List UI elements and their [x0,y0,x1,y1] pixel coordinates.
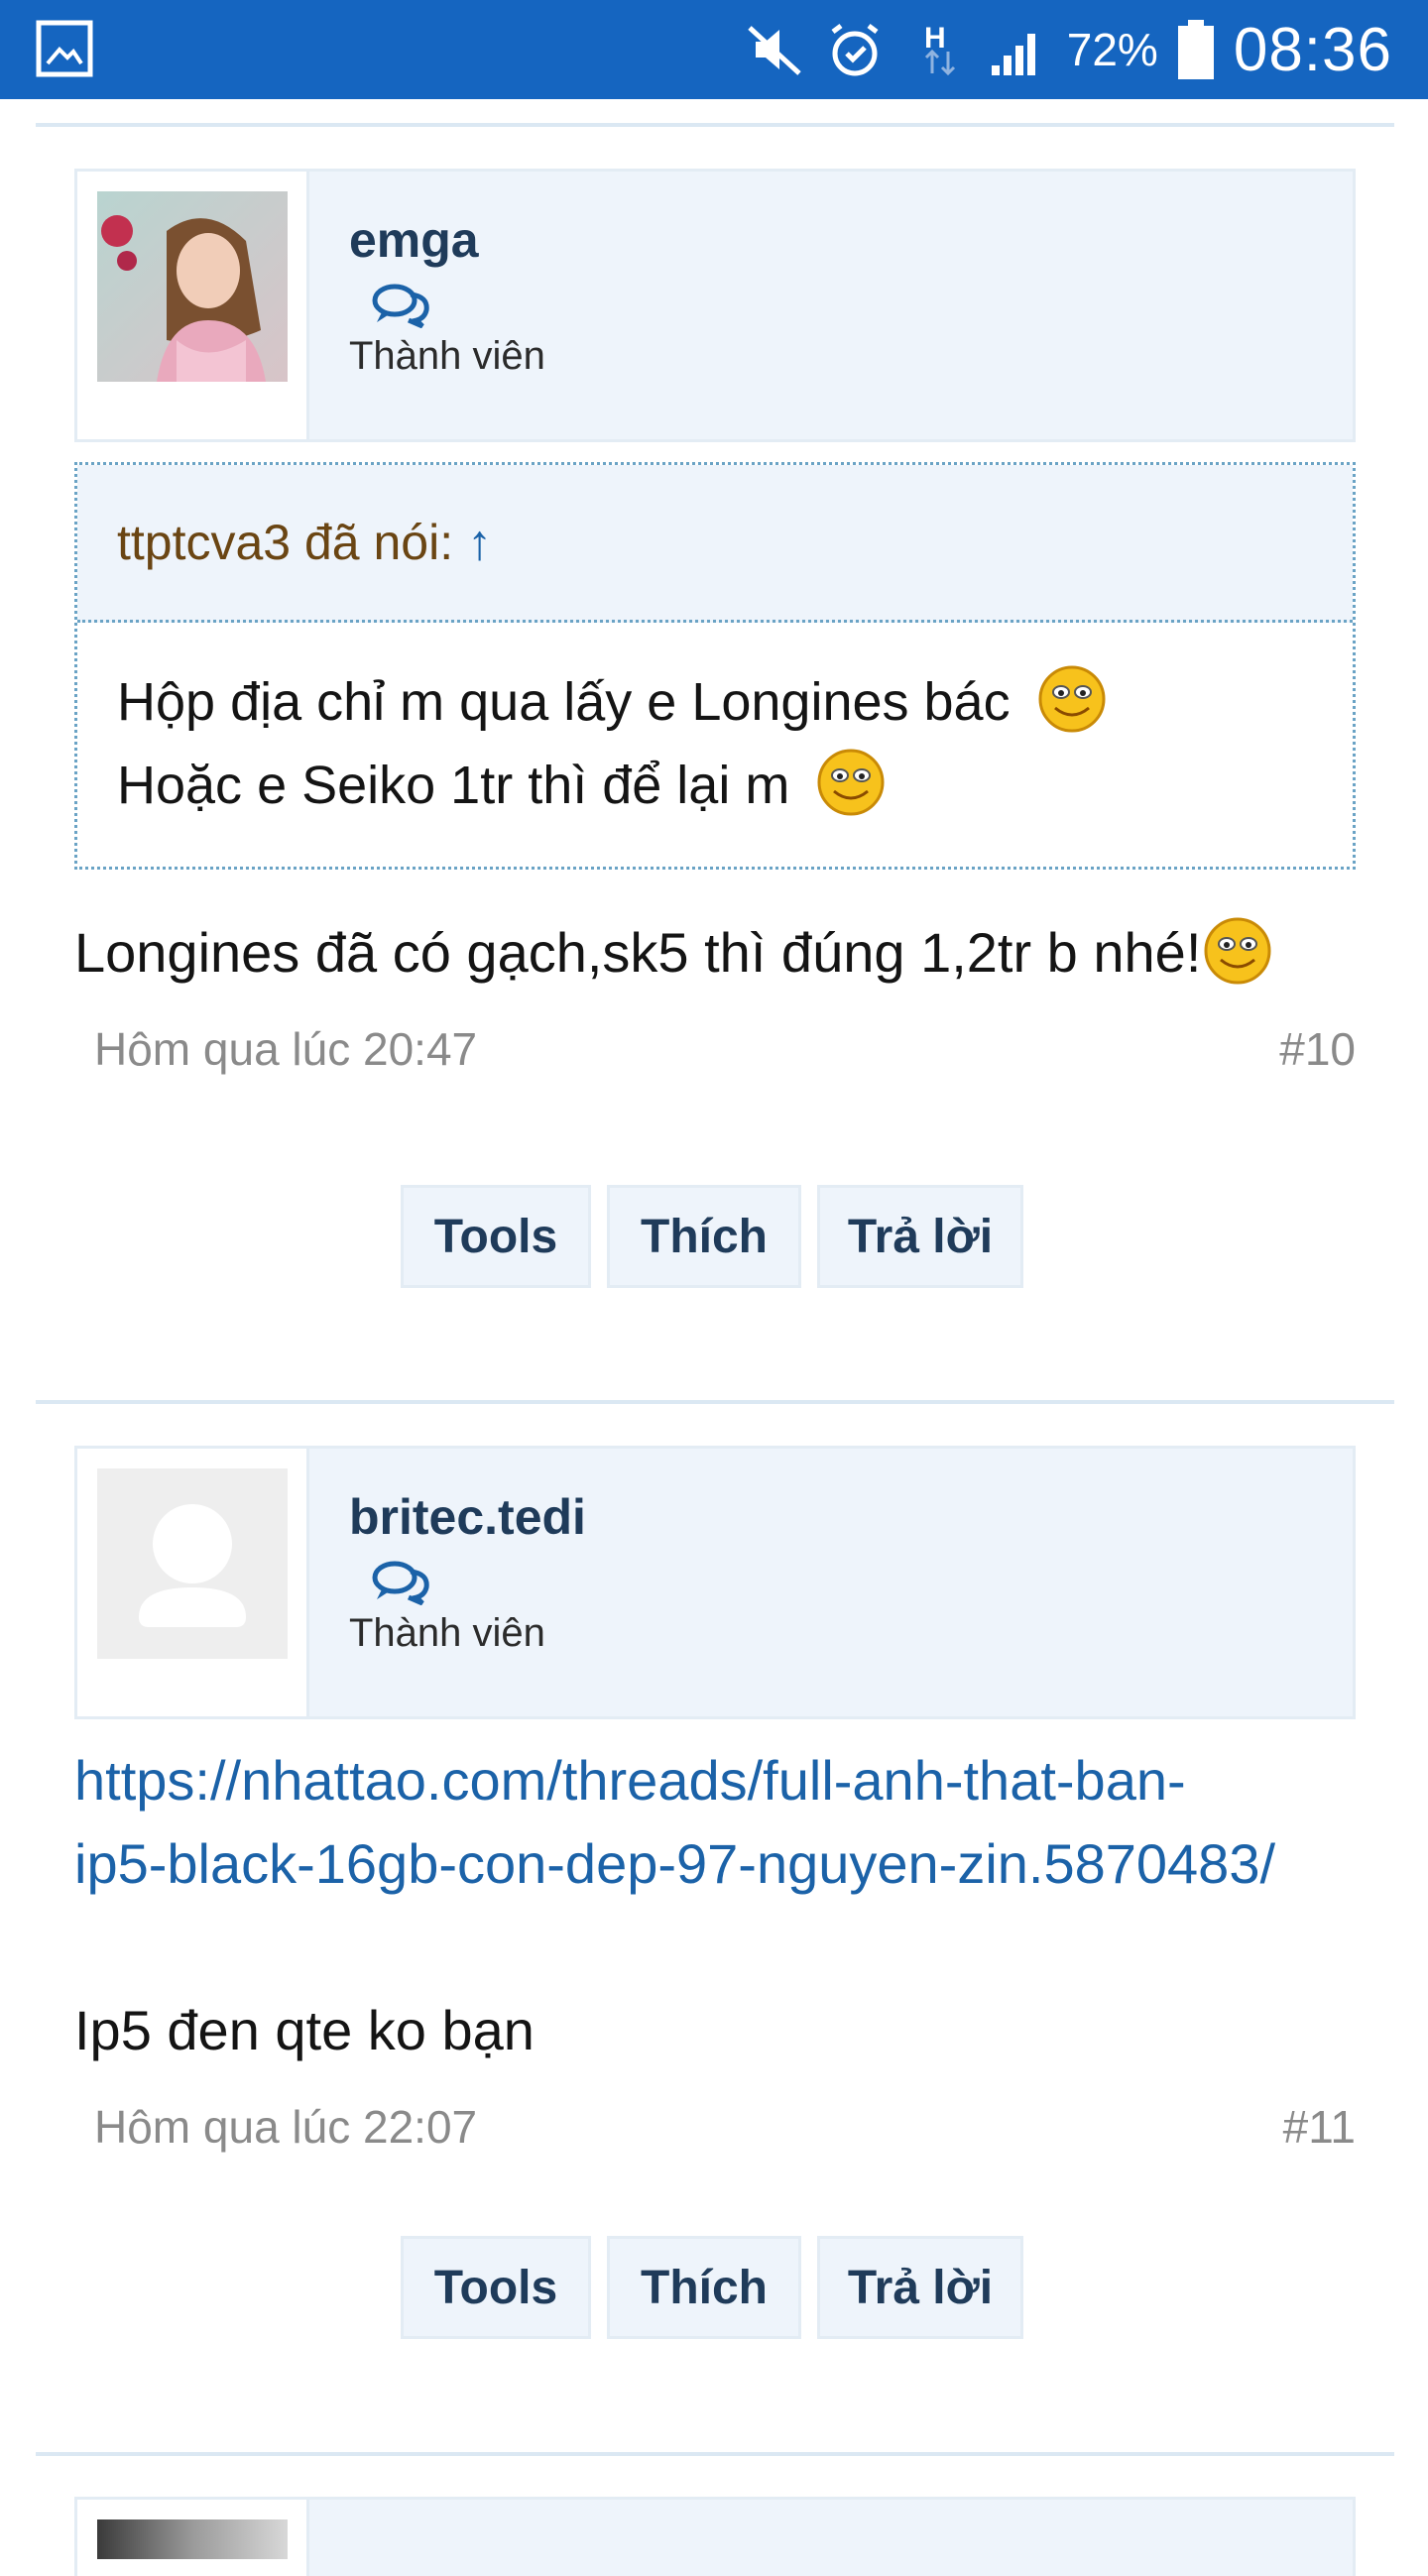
battery-icon [1177,20,1214,79]
gallery-icon [36,20,93,77]
quote-block: ttptcva3 đã nói: ↑ Hộp địa chỉ m qua lấy… [74,462,1356,870]
thread-link-line[interactable]: https://nhattao.com/threads/full-anh-tha… [74,1739,1356,1822]
status-bar: H 72% 08:36 [0,0,1428,99]
smiley-icon [817,749,885,816]
username[interactable]: britec.tedi [349,1488,586,1546]
smiley-icon [1204,917,1271,985]
avatar-cell [77,1449,309,1716]
avatar[interactable] [97,2519,288,2559]
reply-button[interactable]: Trả lời [817,1185,1023,1288]
tools-button[interactable]: Tools [401,1185,591,1288]
username[interactable]: emga [349,211,545,269]
author-card: britec.tedi Thành viên [74,1446,1356,1719]
chat-bubbles-icon[interactable] [371,1558,432,1605]
post-divider [36,1400,1394,1404]
chat-bubbles-icon[interactable] [371,281,432,328]
mute-icon [748,26,801,75]
post-number[interactable]: #10 [1279,1022,1356,1076]
post-actions: Tools Thích Trả lời [401,2236,1023,2339]
smiley-icon [1038,665,1106,733]
quote-line: Hộp địa chỉ m qua lấy e Longines bác [117,672,1011,732]
post-meta: Hôm qua lúc 20:47 #10 [74,1022,1356,1082]
post-date[interactable]: Hôm qua lúc 22:07 [94,2100,477,2154]
clock: 08:36 [1233,15,1392,84]
avatar[interactable] [97,191,288,382]
quote-author: ttptcva3 đã nói: [117,515,454,570]
message-text: Longines đã có gạch,sk5 thì đúng 1,2tr b… [74,921,1202,984]
post-11: britec.tedi Thành viên https://nhattao.c… [74,1446,1356,2160]
quote-header: ttptcva3 đã nói: ↑ [77,465,1353,623]
post-date[interactable]: Hôm qua lúc 20:47 [94,1022,477,1076]
like-button[interactable]: Thích [607,2236,801,2339]
thread-link-line[interactable]: ip5-black-16gb-con-dep-97-nguyen-zin.587… [74,1822,1356,1906]
tools-button[interactable]: Tools [401,2236,591,2339]
reply-button[interactable]: Trả lời [817,2236,1023,2339]
post-number[interactable]: #11 [1283,2100,1356,2154]
post-message: https://nhattao.com/threads/full-anh-tha… [74,1739,1356,2072]
message-text: Ip5 đen qte ko bạn [74,1999,535,2061]
like-button[interactable]: Thích [607,1185,801,1288]
next-post-author-card [74,2497,1356,2576]
signal-icon [991,34,1035,75]
thread-link[interactable]: https://nhattao.com/threads/full-anh-tha… [74,1739,1356,1906]
user-title: Thành viên [349,334,545,378]
post-divider [36,123,1394,127]
battery-percentage: 72% [1066,24,1158,75]
quote-body: Hộp địa chỉ m qua lấy e Longines bác Hoặ… [77,623,1353,867]
jump-to-quote-link[interactable]: ↑ [467,514,492,571]
svg-text:H: H [924,22,946,55]
post-10: emga Thành viên ttptcva3 đã nói: ↑ Hộp đ… [74,169,1356,1082]
network-h-icon: H [924,22,955,76]
alarm-icon [831,24,879,76]
avatar-cell [77,172,309,439]
post-actions: Tools Thích Trả lời [401,1185,1023,1288]
post-divider [36,2452,1394,2456]
post-meta: Hôm qua lúc 22:07 #11 [74,2100,1356,2160]
user-title: Thành viên [349,1611,545,1655]
author-card: emga Thành viên [74,169,1356,442]
default-avatar-icon[interactable] [97,1468,288,1659]
post-message: Longines đã có gạch,sk5 thì đúng 1,2tr b… [74,911,1356,995]
quote-line: Hoặc e Seiko 1tr thì để lại m [117,756,790,815]
